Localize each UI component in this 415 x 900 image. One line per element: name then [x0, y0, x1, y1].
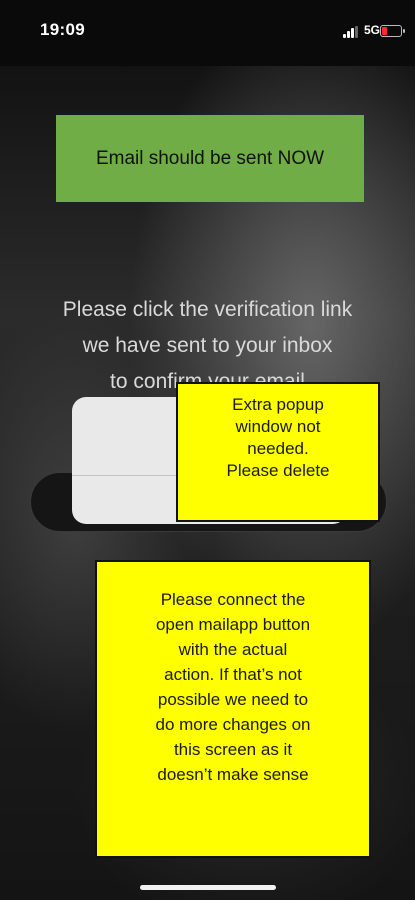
app-screen: 19:09 5G Email should be sent NOW Please… — [0, 0, 415, 900]
annotation-line: needed. — [247, 439, 309, 458]
green-annotation: Email should be sent NOW — [56, 115, 364, 202]
annotation-line: Extra popup — [232, 395, 324, 414]
battery-icon — [380, 25, 405, 37]
annotation-line: do more changes on — [155, 715, 311, 734]
annotation-line: doesn’t make sense — [157, 765, 309, 784]
annotation-line: Please delete — [226, 461, 330, 480]
home-indicator[interactable] — [140, 885, 276, 890]
annotation-line: this screen as it — [173, 740, 293, 759]
annotation-line: open mailapp button — [155, 615, 311, 634]
signal-icon — [343, 26, 363, 38]
annotation-line: with the actual — [178, 640, 288, 659]
mailapp-annotation: Please connect the open mailapp button w… — [95, 560, 371, 858]
annotation-line: window not — [235, 417, 321, 436]
verification-line: Please click the verification link — [62, 298, 353, 321]
status-bar: 19:09 5G — [0, 0, 415, 66]
popup-delete-annotation: Extra popup window not needed. Please de… — [176, 382, 380, 522]
status-time: 19:09 — [40, 20, 85, 39]
network-type: 5G — [364, 23, 381, 37]
verification-line: we have sent to your inbox — [82, 334, 333, 357]
annotation-line: possible we need to — [157, 690, 309, 709]
annotation-line: Please connect the — [160, 590, 306, 609]
annotation-line: action. If that’s not — [164, 665, 302, 684]
